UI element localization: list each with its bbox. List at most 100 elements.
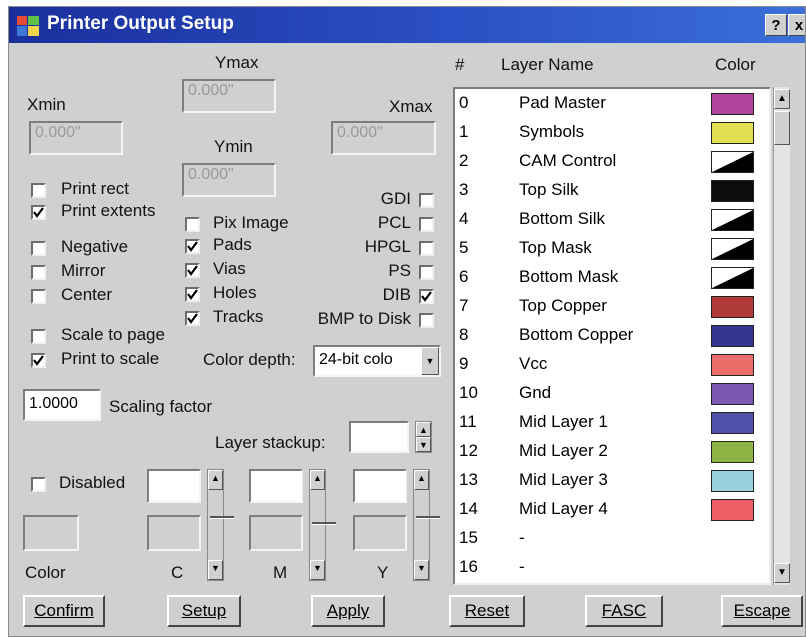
layer-row[interactable]: 6 Bottom Mask (455, 263, 769, 292)
spin-up-icon[interactable]: ▲ (208, 470, 223, 490)
setup-button[interactable]: Setup (167, 595, 241, 627)
format-dib-checkbox[interactable] (419, 289, 434, 304)
layer-stackup-field[interactable] (349, 421, 409, 453)
layer-row[interactable]: 8 Bottom Copper (455, 321, 769, 350)
print-opt-mirror-checkbox[interactable] (31, 265, 46, 280)
layer-row[interactable]: 7 Top Copper (455, 292, 769, 321)
layer-row[interactable]: 11 Mid Layer 1 (455, 408, 769, 437)
layer-color-swatch[interactable] (711, 180, 754, 202)
slider-handle[interactable] (416, 516, 440, 519)
channel-c-slider[interactable]: ▲ ▼ (207, 469, 234, 581)
layer-row[interactable]: 2 CAM Control (455, 147, 769, 176)
fasc-button[interactable]: FASC (585, 595, 663, 627)
xmin-field[interactable]: 0.000" (29, 121, 123, 155)
layer-color-swatch[interactable] (711, 470, 754, 492)
layer-list-scrollbar[interactable]: ▲ ▼ (773, 87, 790, 585)
channel-m-input[interactable] (249, 469, 303, 503)
layer-color-swatch[interactable] (711, 238, 754, 260)
layer-row[interactable]: 16 - (455, 553, 769, 582)
layer-row[interactable]: 13 Mid Layer 3 (455, 466, 769, 495)
layer-color-swatch[interactable] (711, 441, 754, 463)
channel-c-input[interactable] (147, 469, 201, 503)
spin-up-icon[interactable]: ▲ (416, 422, 431, 437)
layer-color-swatch[interactable] (711, 296, 754, 318)
channel-m-slider[interactable]: ▲ ▼ (309, 469, 336, 581)
layer-row[interactable]: 0 Pad Master (455, 89, 769, 118)
layer-color-swatch[interactable] (711, 325, 754, 347)
channel-y-input[interactable] (353, 469, 407, 503)
layer-color-swatch[interactable] (711, 151, 754, 173)
layer-color-swatch[interactable] (711, 383, 754, 405)
layer-row[interactable]: 10 Gnd (455, 379, 769, 408)
content-opt-holes-checkbox[interactable] (185, 287, 200, 302)
layer-color-swatch[interactable] (711, 93, 754, 115)
spin-down-icon[interactable]: ▼ (416, 437, 431, 452)
content-opt-tracks-checkbox[interactable] (185, 311, 200, 326)
layer-row[interactable]: 5 Top Mask (455, 234, 769, 263)
layer-row[interactable]: 3 Top Silk (455, 176, 769, 205)
layer-stackup-spinner[interactable]: ▲ ▼ (415, 421, 432, 453)
layer-number: 14 (459, 499, 478, 518)
layer-row[interactable]: 1 Symbols (455, 118, 769, 147)
content-opt-pix-image-checkbox[interactable] (185, 217, 200, 232)
print-opt-mirror-label: Mirror (61, 261, 106, 280)
layer-color-swatch[interactable] (711, 209, 754, 231)
scroll-down-icon[interactable]: ▼ (774, 563, 790, 583)
spin-up-icon[interactable]: ▲ (414, 470, 429, 490)
channel-m-label: M (273, 563, 288, 582)
layer-row[interactable]: 12 Mid Layer 2 (455, 437, 769, 466)
format-gdi-checkbox[interactable] (419, 193, 434, 208)
ymax-field[interactable]: 0.000" (182, 79, 276, 113)
layer-row[interactable]: 9 Vcc (455, 350, 769, 379)
layer-row[interactable]: 4 Bottom Silk (455, 205, 769, 234)
ymin-field[interactable]: 0.000" (182, 163, 276, 197)
layer-number: 12 (459, 441, 478, 460)
title-bar[interactable]: Printer Output Setup ? x (9, 7, 805, 43)
layer-list[interactable]: 0 Pad Master 1 Symbols 2 CAM Control 3 Top Silk… (453, 87, 771, 585)
print-opt-scale-to-page-checkbox[interactable] (31, 329, 46, 344)
layer-row[interactable]: 14 Mid Layer 4 (455, 495, 769, 524)
help-button[interactable]: ? (765, 14, 787, 36)
layer-color-swatch[interactable] (711, 354, 754, 376)
layer-color-swatch[interactable] (711, 267, 754, 289)
spin-down-icon[interactable]: ▼ (310, 560, 325, 580)
close-button[interactable]: x (788, 14, 805, 36)
content-opt-vias-checkbox[interactable] (185, 263, 200, 278)
channel-y-slider[interactable]: ▲ ▼ (413, 469, 440, 581)
content-opt-pads-checkbox[interactable] (185, 239, 200, 254)
slider-handle[interactable] (210, 516, 234, 519)
layer-row[interactable]: 15 - (455, 524, 769, 553)
scroll-thumb[interactable] (774, 111, 790, 145)
escape-button[interactable]: Escape (721, 595, 803, 627)
layer-color-swatch[interactable] (711, 499, 754, 521)
layer-name: Bottom Copper (519, 325, 634, 344)
print-opt-print-to-scale-checkbox[interactable] (31, 353, 46, 368)
layer-number: 4 (459, 209, 469, 228)
layer-color-swatch[interactable] (711, 412, 754, 434)
print-opt-print-extents-checkbox[interactable] (31, 205, 46, 220)
format-pcl-checkbox[interactable] (419, 217, 434, 232)
slider-handle[interactable] (312, 522, 336, 525)
format-bmp-to-disk-checkbox[interactable] (419, 313, 434, 328)
print-opt-negative-checkbox[interactable] (31, 241, 46, 256)
xmax-field[interactable]: 0.000" (331, 121, 436, 155)
disabled-checkbox[interactable] (31, 477, 46, 492)
format-ps-checkbox[interactable] (419, 265, 434, 280)
scroll-up-icon[interactable]: ▲ (774, 89, 790, 109)
reset-button[interactable]: Reset (449, 595, 525, 627)
print-opt-print-rect-checkbox[interactable] (31, 183, 46, 198)
spin-down-icon[interactable]: ▼ (414, 560, 429, 580)
checkmark-icon (187, 313, 198, 324)
apply-button[interactable]: Apply (311, 595, 385, 627)
format-hpgl-checkbox[interactable] (419, 241, 434, 256)
layer-color-swatch[interactable] (711, 122, 754, 144)
confirm-button[interactable]: Confirm (23, 595, 105, 627)
layer-color-header: Color (715, 55, 756, 74)
spin-down-icon[interactable]: ▼ (208, 560, 223, 580)
scaling-factor-field[interactable]: 1.0000 (23, 389, 101, 421)
xmin-label: Xmin (27, 95, 66, 114)
chevron-down-icon[interactable]: ▼ (421, 347, 439, 375)
print-opt-center-checkbox[interactable] (31, 289, 46, 304)
color-depth-select[interactable]: 24-bit colo ▼ (313, 345, 441, 377)
spin-up-icon[interactable]: ▲ (310, 470, 325, 490)
